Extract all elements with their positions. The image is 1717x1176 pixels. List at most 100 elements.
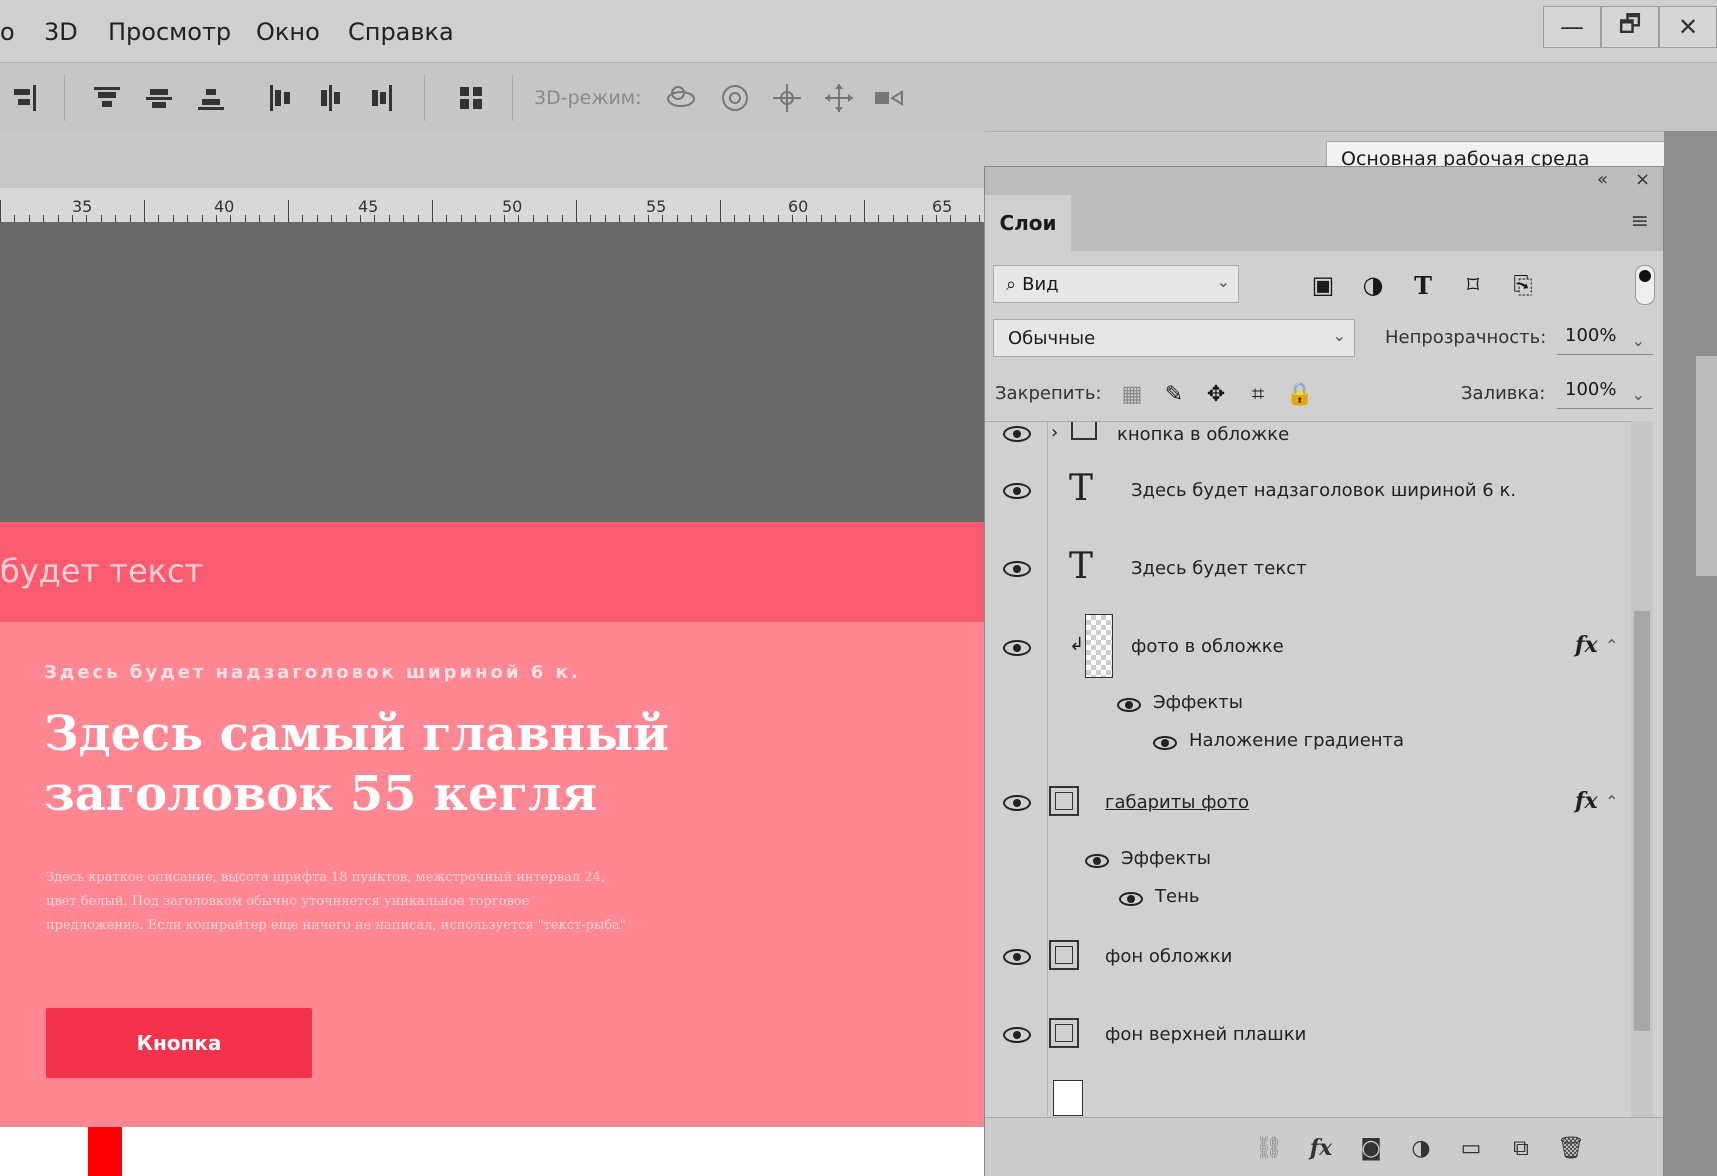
fx-badge[interactable]: fx — [1575, 788, 1598, 814]
toolbar-divider — [424, 75, 425, 121]
ruler-tick — [792, 215, 793, 222]
hero-cta-button[interactable]: Кнопка — [46, 1008, 312, 1078]
lock-image-icon[interactable]: ✎ — [1159, 379, 1189, 409]
layers-scrollbar[interactable] — [1631, 421, 1653, 1117]
visibility-column — [985, 764, 1048, 918]
3d-pan-icon[interactable] — [770, 81, 804, 115]
visibility-eye-icon[interactable] — [1003, 483, 1031, 499]
new-adjustment-layer-icon[interactable]: ◑ — [1407, 1134, 1435, 1162]
layer-row[interactable]: фон верхней плашки — [985, 996, 1631, 1075]
trash-icon[interactable]: 🗑 — [1557, 1134, 1585, 1162]
3d-roll-icon[interactable] — [718, 81, 752, 115]
align-top-edges-icon[interactable] — [90, 81, 124, 115]
ruler-tick — [590, 215, 591, 222]
layer-filter-select[interactable]: ⌕ Вид ⌄ — [993, 265, 1239, 303]
visibility-column — [985, 1074, 1048, 1118]
add-layer-style-icon[interactable]: fx — [1307, 1134, 1335, 1162]
layer-row[interactable]: габариты фото fx ⌃ Эффекты Тень — [985, 764, 1631, 919]
3d-orbit-icon[interactable] — [664, 81, 698, 115]
opacity-input[interactable]: 100% ⌄ — [1557, 325, 1653, 355]
layer-row[interactable]: ↲ фото в обложке fx ⌃ Эффекты Наложение … — [985, 608, 1631, 765]
lock-position-icon[interactable]: ✥ — [1201, 379, 1231, 409]
visibility-eye-icon[interactable] — [1003, 949, 1031, 965]
3d-slide-icon[interactable] — [822, 81, 856, 115]
canvas-scrollbar-thumb[interactable] — [1696, 356, 1717, 576]
filter-smart-object-icon[interactable]: ⎘ — [1507, 269, 1539, 301]
filter-type-icon[interactable]: T — [1407, 269, 1439, 301]
lock-all-icon[interactable]: 🔒 — [1285, 379, 1315, 409]
ruler-tick — [634, 215, 635, 222]
filter-shape-icon[interactable]: ⌑ — [1457, 269, 1489, 301]
chevron-right-icon[interactable]: › — [1051, 422, 1058, 443]
minimize-button[interactable]: — — [1543, 6, 1601, 48]
filter-toggle[interactable] — [1635, 265, 1655, 305]
filter-adjustment-icon[interactable]: ◑ — [1357, 269, 1389, 301]
layer-row[interactable] — [985, 1074, 1631, 1118]
visibility-eye-icon[interactable] — [1003, 795, 1031, 811]
chevron-down-icon: ⌄ — [1216, 272, 1230, 291]
ruler-tick — [547, 215, 548, 222]
right-scroll-area — [1664, 131, 1717, 1176]
layer-row[interactable]: T Здесь будет текст — [985, 530, 1631, 609]
link-layers-icon[interactable]: ⛓ — [1255, 1134, 1283, 1162]
blend-mode-select[interactable]: Обычные ⌄ — [993, 319, 1355, 357]
layer-row[interactable]: T Здесь будет надзаголовок шириной 6 к. — [985, 452, 1631, 531]
layer-thumbnail — [1085, 614, 1113, 678]
menu-bar: о 3D Просмотр Окно Справка — 🗗 ✕ — [0, 0, 1717, 62]
effect-eye-icon[interactable] — [1119, 892, 1143, 906]
chevron-up-icon[interactable]: ⌃ — [1605, 792, 1618, 811]
collapse-panel-icon[interactable]: « — [1597, 169, 1608, 190]
add-mask-icon[interactable]: ◙ — [1357, 1134, 1385, 1162]
menu-item-view[interactable]: Просмотр — [108, 18, 231, 46]
fill-label: Заливка: — [1461, 383, 1546, 404]
effects-eye-icon[interactable] — [1117, 698, 1141, 712]
distribute-left-icon[interactable] — [264, 81, 298, 115]
visibility-column — [985, 452, 1048, 530]
visibility-eye-icon[interactable] — [1003, 561, 1031, 577]
effects-eye-icon[interactable] — [1085, 854, 1109, 868]
layer-row[interactable]: фон обложки — [985, 918, 1631, 997]
fx-badge[interactable]: fx — [1575, 632, 1598, 658]
close-panel-icon[interactable]: × — [1635, 169, 1650, 190]
align-bottom-edges-icon[interactable] — [194, 81, 228, 115]
new-layer-icon[interactable]: ⧉ — [1507, 1134, 1535, 1162]
visibility-column — [985, 530, 1048, 608]
layer-row[interactable]: › кнопка в обложке — [985, 422, 1631, 453]
align-vertical-centers-icon[interactable] — [142, 81, 176, 115]
ruler-tick — [907, 215, 908, 222]
ruler-tick — [576, 200, 577, 222]
auto-align-icon[interactable] — [454, 81, 488, 115]
menu-item-3d[interactable]: 3D — [44, 18, 78, 46]
menu-item-partial[interactable]: о — [0, 18, 15, 46]
fill-input[interactable]: 100% ⌄ — [1557, 379, 1653, 409]
align-right-icon[interactable] — [6, 81, 40, 115]
fill-value: 100% — [1565, 379, 1617, 400]
panel-menu-icon[interactable]: ≡ — [1631, 209, 1649, 234]
effect-eye-icon[interactable] — [1153, 736, 1177, 750]
filter-pixel-icon[interactable]: ▣ — [1307, 269, 1339, 301]
ruler-label: 65 — [932, 197, 953, 216]
menu-item-window[interactable]: Окно — [256, 18, 320, 46]
scrollbar-thumb[interactable] — [1634, 611, 1650, 1031]
chevron-up-icon[interactable]: ⌃ — [1605, 636, 1618, 655]
tab-layers[interactable]: Слои — [985, 195, 1071, 251]
menu-item-help[interactable]: Справка — [348, 18, 454, 46]
shape-layer-icon — [1049, 940, 1079, 970]
ruler-tick — [677, 215, 678, 222]
ruler-tick — [922, 215, 923, 222]
visibility-eye-icon[interactable] — [1003, 640, 1031, 656]
distribute-right-icon[interactable] — [364, 81, 398, 115]
ruler-tick — [374, 215, 375, 222]
clipping-arrow-icon: ↲ — [1069, 634, 1085, 655]
visibility-eye-icon[interactable] — [1003, 426, 1031, 442]
3d-scale-icon[interactable] — [872, 81, 906, 115]
distribute-horizontal-centers-icon[interactable] — [314, 81, 348, 115]
new-group-icon[interactable]: ▭ — [1457, 1134, 1485, 1162]
ruler-tick — [302, 215, 303, 222]
visibility-eye-icon[interactable] — [1003, 1027, 1031, 1043]
lock-transparency-icon[interactable]: ▦ — [1117, 379, 1147, 409]
restore-button[interactable]: 🗗 — [1601, 6, 1659, 48]
lock-artboard-icon[interactable]: ⌗ — [1243, 379, 1273, 409]
ruler-tick — [432, 200, 433, 222]
close-button[interactable]: ✕ — [1659, 6, 1717, 48]
